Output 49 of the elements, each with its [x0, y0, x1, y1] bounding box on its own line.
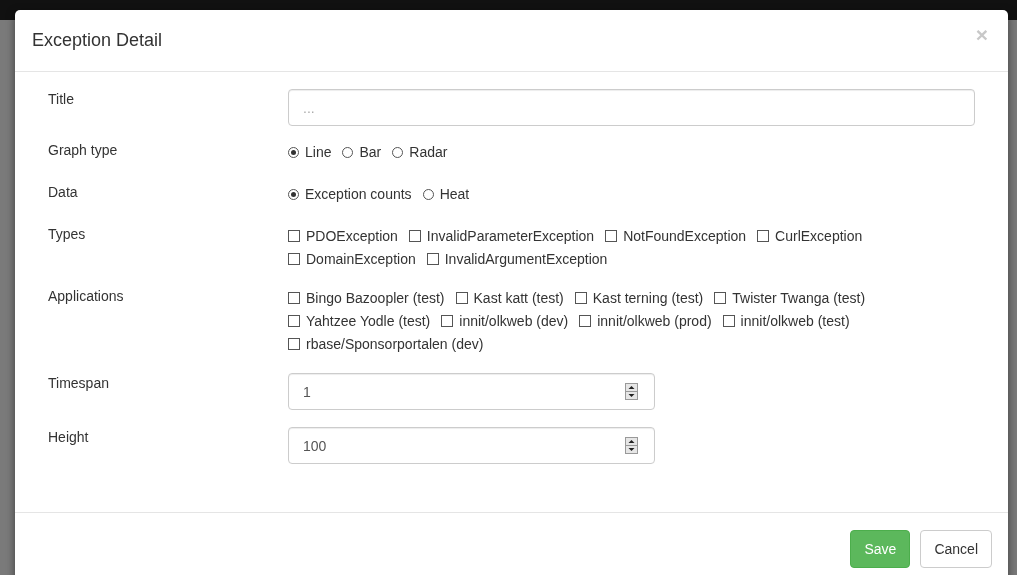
checkbox-option[interactable]: PDOException	[288, 226, 398, 246]
radio-option[interactable]: Heat	[422, 184, 470, 204]
checkbox-option[interactable]: innit/olkweb (dev)	[441, 311, 569, 331]
checkbox[interactable]	[441, 315, 454, 327]
radio-option[interactable]: Radar	[392, 142, 448, 162]
checkbox[interactable]	[408, 230, 421, 242]
checkbox-option[interactable]: innit/olkweb (test)	[722, 311, 850, 331]
checkbox[interactable]	[288, 338, 300, 350]
spinner-icon[interactable]	[625, 383, 638, 400]
field-label: Types	[48, 226, 87, 244]
number-input[interactable]: 1	[288, 373, 655, 410]
cancel-button[interactable]: Cancel	[920, 530, 992, 568]
checkbox-option[interactable]: Kast terning (test)	[574, 288, 704, 308]
dialog-title: Exception Detail	[32, 30, 163, 51]
spinner-icon[interactable]	[625, 437, 638, 454]
radio-option[interactable]: Bar	[342, 142, 382, 162]
checkbox[interactable]	[757, 230, 770, 242]
field-label: Height	[48, 428, 90, 447]
field-label: Title	[48, 90, 75, 109]
number-input[interactable]: 100	[288, 427, 655, 464]
checkbox-option[interactable]: Twister Twanga (test)	[714, 288, 866, 308]
radio-option[interactable]: Exception counts	[288, 184, 412, 204]
checkbox-option[interactable]: CurlException	[757, 226, 863, 246]
checkbox[interactable]	[579, 315, 592, 327]
checkbox-option[interactable]: Bingo Bazoopler (test)	[288, 288, 445, 308]
checkbox-option[interactable]: NotFoundException	[605, 226, 747, 246]
checkbox[interactable]	[288, 292, 300, 304]
checkbox-option[interactable]: Yahtzee Yodle (test)	[288, 311, 431, 331]
checkbox-option[interactable]: InvalidArgumentException	[426, 249, 608, 269]
checkbox[interactable]	[722, 315, 735, 327]
field-label: Data	[48, 184, 79, 202]
radio-option[interactable]: Line	[288, 142, 332, 162]
checkbox-option[interactable]: InvalidParameterException	[408, 226, 595, 246]
checkbox[interactable]	[714, 292, 727, 304]
checkbox-option[interactable]: Kast katt (test)	[455, 288, 564, 308]
checkbox[interactable]	[605, 230, 618, 242]
checkbox-option[interactable]: rbase/Sponsorportalen (dev)	[288, 334, 484, 354]
title-input[interactable]: ...	[288, 89, 975, 126]
field-label: Timespan	[48, 374, 110, 393]
field-label: Graph type	[48, 142, 119, 160]
checkbox[interactable]	[455, 292, 468, 304]
checkbox[interactable]	[288, 253, 300, 265]
checkbox[interactable]	[574, 292, 587, 304]
checkbox[interactable]	[426, 253, 439, 265]
checkbox-option[interactable]: DomainException	[288, 249, 416, 269]
checkbox[interactable]	[288, 315, 300, 327]
checkbox[interactable]	[288, 230, 300, 242]
checkbox-option[interactable]: innit/olkweb (prod)	[579, 311, 712, 331]
field-label: Applications	[48, 288, 125, 306]
